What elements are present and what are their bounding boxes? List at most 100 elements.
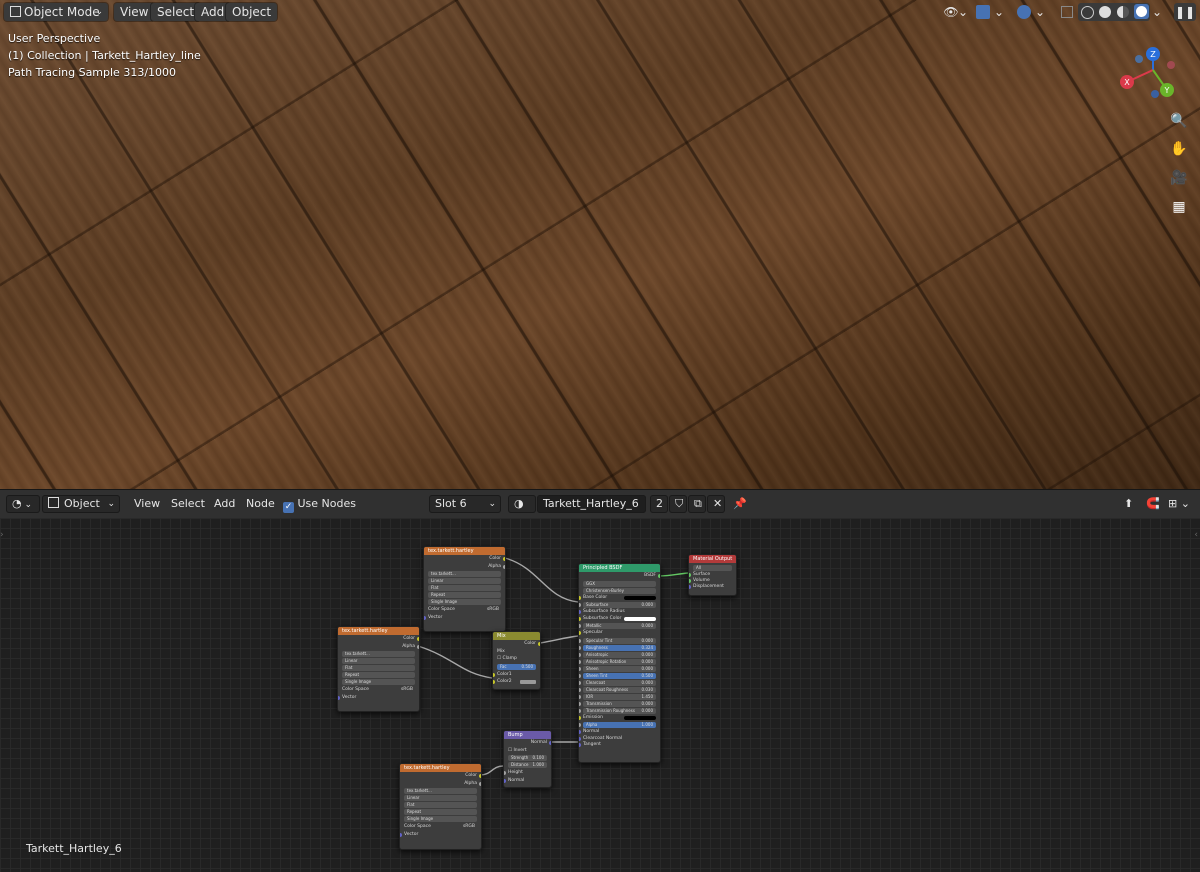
rendered-shading-icon[interactable]	[1134, 4, 1149, 19]
node-header[interactable]: tex.tarkett.hartley	[338, 627, 419, 635]
gizmo-toggle-icon[interactable]	[972, 3, 994, 21]
pan-hand-icon[interactable]: ✋	[1168, 138, 1190, 160]
roughness-field[interactable]: Roughness 0.324	[579, 644, 656, 651]
extension-select[interactable]: Repeat	[428, 592, 501, 599]
image-texture-node-base[interactable]: tex.tarkett.hartley Color Alpha tex.tark…	[337, 626, 420, 712]
blend-mode-select[interactable]: Mix	[493, 648, 540, 656]
mix-rgb-node[interactable]: Mix Color Mix ☐ Clamp Fac 0.500 Color1 Co…	[492, 631, 541, 690]
subsurface-field[interactable]: Subsurface 0.000	[579, 602, 656, 609]
source-select[interactable]: Single Image	[428, 599, 501, 606]
sidebar-toggle-icon[interactable]: ❚❚	[1174, 3, 1196, 21]
node-menu-node[interactable]: Node	[246, 495, 275, 513]
node-header[interactable]: tex.tarkett.hartley	[424, 547, 505, 555]
slot-dropdown[interactable]: Slot 6 ⌄	[429, 495, 501, 513]
node-header[interactable]: Principled BSDF	[579, 564, 660, 572]
projection-select[interactable]: Flat	[342, 665, 415, 672]
interpolation-select[interactable]: Linear	[428, 578, 501, 585]
shader-type-dropdown[interactable]: Object ⌄	[42, 495, 120, 513]
distance-field[interactable]: Distance 1.000	[508, 762, 547, 769]
transmission-roughness-field[interactable]: Transmission Roughness 0.000	[579, 707, 656, 714]
use-nodes-checkbox[interactable]: ✓	[283, 502, 294, 513]
source-select[interactable]: Single Image	[404, 816, 477, 823]
sheen-tint-field[interactable]: Sheen Tint 0.500	[579, 672, 656, 679]
color-swatch[interactable]	[624, 595, 656, 600]
parent-node-tree-icon[interactable]: ⬆	[1124, 495, 1133, 513]
image-selector[interactable]: tex.tarkett...	[428, 571, 501, 578]
solid-shading-icon[interactable]	[1099, 6, 1111, 18]
xray-icon[interactable]	[1056, 3, 1078, 21]
neg-y-axis-handle[interactable]	[1135, 55, 1143, 63]
pin-icon[interactable]: 📌	[733, 495, 747, 513]
transmission-field[interactable]: Transmission 0.000	[579, 700, 656, 707]
color-swatch[interactable]	[624, 616, 656, 621]
bump-node[interactable]: Bump Normal ☐ Invert Strength 0.100 Dista…	[503, 730, 552, 788]
subsurface-method-select[interactable]: Christensen-Burley	[583, 587, 656, 594]
material-preview-icon[interactable]	[1117, 6, 1129, 18]
node-menu-add[interactable]: Add	[214, 495, 235, 513]
orthographic-grid-icon[interactable]: ▦	[1168, 196, 1190, 218]
node-editor-canvas[interactable]: › ‹ tex.tarkett.hartley Color Alpha tex.…	[0, 518, 1200, 872]
chevron-down-icon[interactable]: ⌄	[1152, 3, 1162, 21]
3d-viewport[interactable]: Object Mode ⌄ View Select Add Object User…	[0, 0, 1200, 489]
duplicate-material-icon[interactable]: ⧉	[688, 495, 706, 513]
distribution-select[interactable]: GGX	[583, 580, 656, 587]
image-selector[interactable]: tex.tarkett...	[404, 788, 477, 795]
overlays-icon[interactable]	[1013, 3, 1035, 21]
color-space-row[interactable]: Color Space sRGB	[338, 686, 419, 694]
metallic-field[interactable]: Metallic 0.000	[579, 623, 656, 630]
navigation-gizmo[interactable]: Z X Y	[1115, 40, 1185, 105]
clamp-checkbox[interactable]: ☐ Clamp	[493, 655, 540, 663]
interpolation-select[interactable]: Linear	[342, 658, 415, 665]
browse-material-button[interactable]: ◑	[508, 495, 536, 513]
material-users-count[interactable]: 2	[650, 495, 668, 513]
camera-view-icon[interactable]: 🎥	[1168, 167, 1190, 189]
extension-select[interactable]: Repeat	[404, 809, 477, 816]
snap-target-icon[interactable]: ⊞ ⌄	[1168, 495, 1190, 513]
anisotropic-field[interactable]: Anisotropic 0.000	[579, 651, 656, 658]
use-nodes-toggle[interactable]: ✓ Use Nodes	[283, 495, 356, 513]
chevron-down-icon[interactable]: ⌄	[994, 3, 1004, 21]
node-header[interactable]: Material Output	[689, 555, 736, 563]
chevron-down-icon[interactable]: ⌄	[1035, 3, 1045, 21]
target-select[interactable]: All	[693, 565, 732, 571]
source-select[interactable]: Single Image	[342, 679, 415, 686]
node-header[interactable]: Bump	[504, 731, 551, 739]
viewport-menu-object[interactable]: Object	[226, 3, 278, 21]
editor-type-dropdown[interactable]: ◔ ⌄	[6, 495, 40, 513]
material-name-field[interactable]: Tarkett_Hartley_6	[537, 495, 646, 513]
sheen-field[interactable]: Sheen 0.000	[579, 665, 656, 672]
fac-field[interactable]: Fac 0.500	[497, 663, 536, 670]
node-menu-view[interactable]: View	[134, 495, 160, 513]
material-output-node[interactable]: Material Output All Surface Volume Displ…	[688, 554, 737, 596]
principled-bsdf-node[interactable]: Principled BSDF BSDF GGX Christensen-Bur…	[578, 563, 661, 763]
ior-field[interactable]: IOR 1.450	[579, 693, 656, 700]
projection-select[interactable]: Flat	[428, 585, 501, 592]
anisotropic-rotation-field[interactable]: Anisotropic Rotation 0.000	[579, 658, 656, 665]
zoom-icon[interactable]: 🔍	[1168, 110, 1190, 132]
wireframe-shading-icon[interactable]	[1081, 6, 1094, 19]
extension-select[interactable]: Repeat	[342, 672, 415, 679]
strength-field[interactable]: Strength 0.100	[508, 755, 547, 762]
color-space-row[interactable]: Color Space sRGB	[424, 606, 505, 614]
fake-user-icon[interactable]: ⛉	[669, 495, 687, 513]
clearcoat-roughness-field[interactable]: Clearcoat Roughness 0.030	[579, 686, 656, 693]
snap-icon[interactable]: 🧲	[1146, 495, 1160, 513]
viewport-menu-add[interactable]: Add	[195, 3, 231, 21]
color-space-row[interactable]: Color Space sRGB	[400, 823, 481, 831]
neg-z-axis-handle[interactable]	[1151, 90, 1159, 98]
node-menu-select[interactable]: Select	[171, 495, 205, 513]
viewport-menu-select[interactable]: Select	[151, 3, 201, 21]
image-selector[interactable]: tex.tarkett...	[342, 651, 415, 658]
image-texture-node-bottom[interactable]: tex.tarkett.hartley Color Alpha tex.tark…	[399, 763, 482, 850]
alpha-field[interactable]: Alpha 1.000	[579, 722, 656, 729]
projection-select[interactable]: Flat	[404, 802, 477, 809]
color-swatch[interactable]	[624, 715, 656, 720]
viewport-menu-view[interactable]: View	[114, 3, 155, 21]
invert-checkbox[interactable]: ☐ Invert	[504, 747, 551, 755]
unlink-material-icon[interactable]: ✕	[707, 495, 725, 513]
image-texture-node-top[interactable]: tex.tarkett.hartley Color Alpha tex.tark…	[423, 546, 506, 632]
clearcoat-field[interactable]: Clearcoat 0.000	[579, 679, 656, 686]
interpolation-select[interactable]: Linear	[404, 795, 477, 802]
neg-x-axis-handle[interactable]	[1167, 61, 1175, 69]
node-header[interactable]: Mix	[493, 632, 540, 640]
